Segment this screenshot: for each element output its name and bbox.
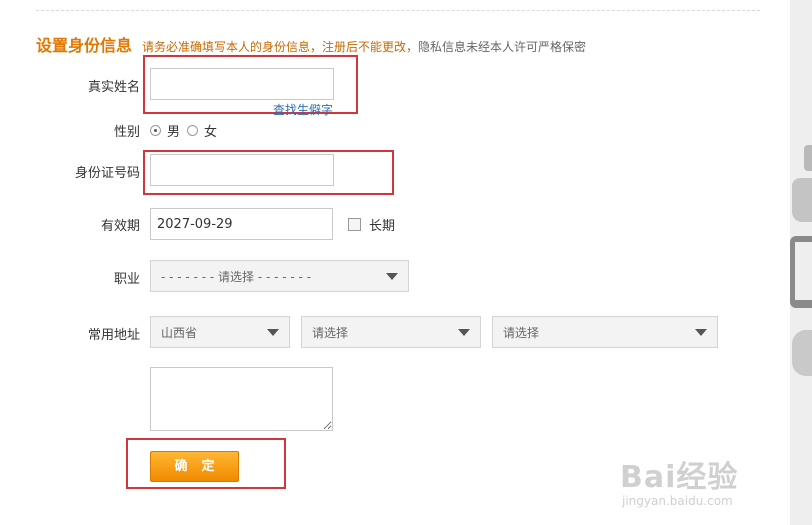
chevron-down-icon (267, 328, 279, 336)
chevron-down-icon (695, 328, 707, 336)
divider (36, 10, 760, 11)
gender-male-radio[interactable]: 男 (150, 121, 180, 140)
id-number-label: 身份证号码 (74, 166, 140, 181)
partial-icon (804, 145, 812, 171)
submit-highlight-box (126, 438, 286, 489)
cloud-icon (792, 330, 812, 376)
hand-icon (792, 178, 812, 222)
gender-female-label: 女 (204, 125, 218, 140)
city-select[interactable]: 请选择 (301, 316, 481, 348)
address-label: 常用地址 (87, 328, 140, 343)
tablet-icon (790, 236, 812, 308)
address-detail-textarea[interactable] (150, 367, 333, 431)
radio-selected-icon (150, 125, 161, 136)
gender-female-radio[interactable]: 女 (187, 121, 217, 140)
validity-label: 有效期 (100, 219, 140, 234)
section-title: 设置身份信息 (36, 36, 133, 55)
side-toolbar (790, 0, 812, 525)
watermark-logo: Bai经验 (620, 460, 739, 495)
tablet-screen (795, 242, 812, 300)
chevron-down-icon (458, 328, 470, 336)
occupation-value: - - - - - - - 请选择 - - - - - - - (161, 269, 312, 284)
long-term-label: 长期 (369, 219, 396, 234)
district-value: 请选择 (503, 325, 540, 340)
checkbox-icon (348, 218, 361, 231)
occupation-label: 职业 (113, 272, 140, 287)
id-highlight-box (143, 150, 394, 195)
radio-unselected-icon (187, 125, 198, 136)
name-label: 真实姓名 (87, 80, 140, 95)
rare-char-link[interactable]: 查找生僻字 (273, 101, 333, 118)
watermark-url: jingyan.baidu.com (622, 494, 733, 508)
province-value: 山西省 (161, 325, 198, 340)
district-select[interactable]: 请选择 (492, 316, 718, 348)
long-term-checkbox[interactable]: 长期 (348, 215, 395, 234)
notice-privacy: 隐私信息未经本人许可严格保密 (418, 40, 587, 54)
occupation-select[interactable]: - - - - - - - 请选择 - - - - - - - (150, 260, 409, 292)
validity-input[interactable] (150, 208, 333, 240)
watermark: Bai经验 jingyan.baidu.com (620, 452, 738, 508)
section-heading: 设置身份信息 请务必准确填写本人的身份信息，注册后不能更改，隐私信息未经本人许可… (36, 32, 586, 56)
city-value: 请选择 (312, 325, 349, 340)
identity-form-page: 设置身份信息 请务必准确填写本人的身份信息，注册后不能更改，隐私信息未经本人许可… (0, 0, 790, 525)
gender-label: 性别 (113, 125, 140, 140)
chevron-down-icon (386, 272, 398, 280)
gender-male-label: 男 (167, 125, 181, 140)
notice-warning: 请务必准确填写本人的身份信息，注册后不能更改， (142, 40, 419, 54)
section-notice: 请务必准确填写本人的身份信息，注册后不能更改，隐私信息未经本人许可严格保密 (142, 38, 586, 55)
province-select[interactable]: 山西省 (150, 316, 290, 348)
